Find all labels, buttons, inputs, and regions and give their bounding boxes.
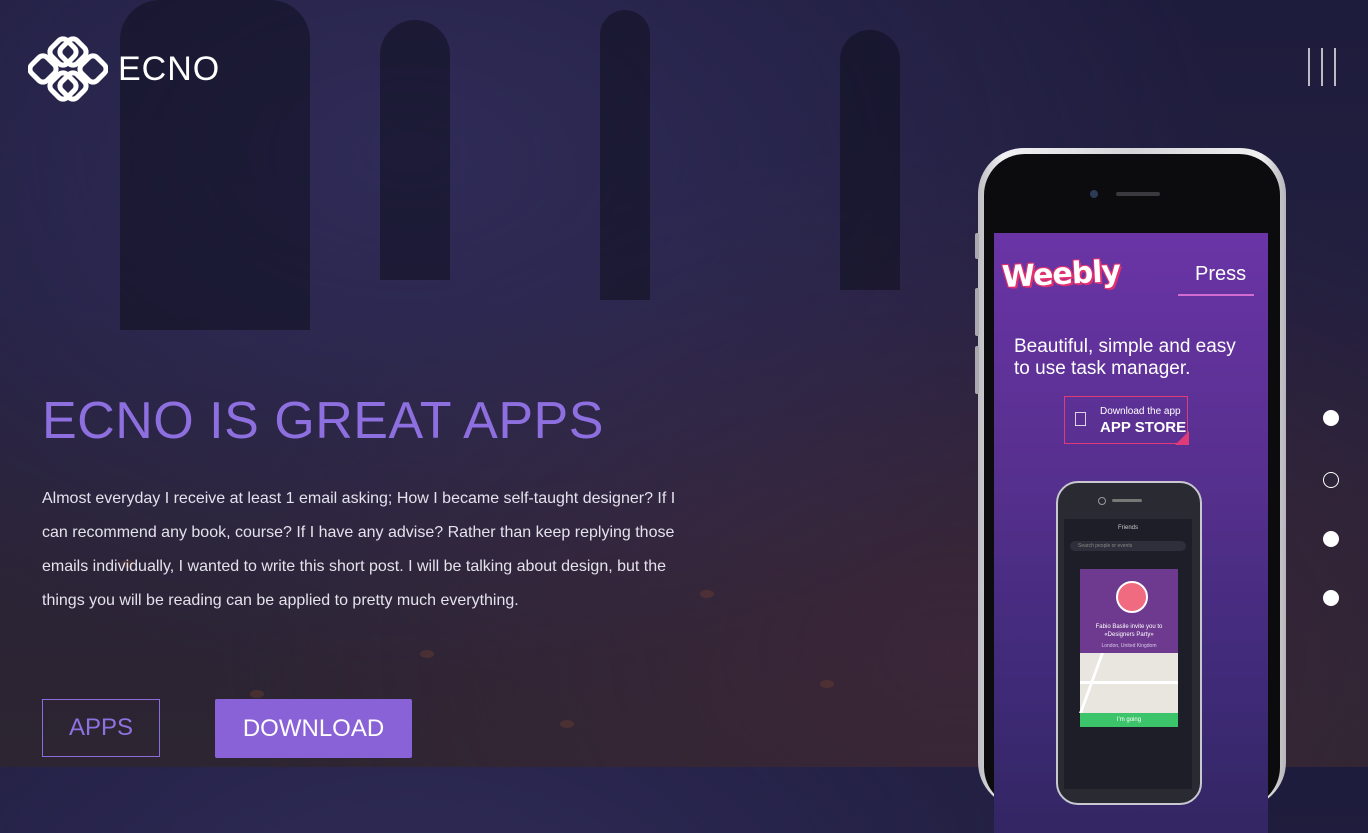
brand-logo[interactable]: ECNO — [28, 36, 220, 102]
slider-dot-4[interactable] — [1323, 590, 1339, 606]
speaker-grill — [1116, 192, 1160, 196]
hamburger-icon[interactable] — [1308, 48, 1336, 86]
going-button: I'm going — [1080, 713, 1178, 727]
slider-dot-1[interactable] — [1323, 410, 1339, 426]
download-button[interactable]: DOWNLOAD — [215, 699, 412, 758]
screen-tagline: Beautiful, simple and easy to use task m… — [1014, 336, 1236, 379]
avatar — [1116, 581, 1148, 613]
mini-screen: Friends Search people or events Fabio Ba… — [1064, 519, 1192, 789]
apps-button[interactable]: APPS — [42, 699, 160, 757]
slider-dot-2[interactable] — [1323, 472, 1339, 488]
mini-phone-mockup: Friends Search people or events Fabio Ba… — [1056, 481, 1202, 805]
phone-screen: Weebly Press Beautiful, simple and easy … — [994, 233, 1268, 833]
apple-icon:  — [1073, 409, 1088, 432]
brand-name: ECNO — [118, 49, 221, 88]
screen-nav-item: Press — [1195, 263, 1247, 285]
hero-headline: ECNO IS GREAT APPS — [42, 392, 604, 450]
screen-brand: Weebly — [1001, 253, 1121, 296]
knot-logo-icon — [28, 36, 108, 102]
camera-icon — [1090, 190, 1098, 198]
slider-dot-3[interactable] — [1323, 531, 1339, 547]
mini-map — [1080, 653, 1178, 713]
phone-mockup: Weebly Press Beautiful, simple and easy … — [975, 148, 1286, 833]
hero-body: Almost everyday I receive at least 1 ema… — [42, 490, 676, 609]
app-store-badge:  Download the app APP STORE — [1064, 396, 1189, 445]
